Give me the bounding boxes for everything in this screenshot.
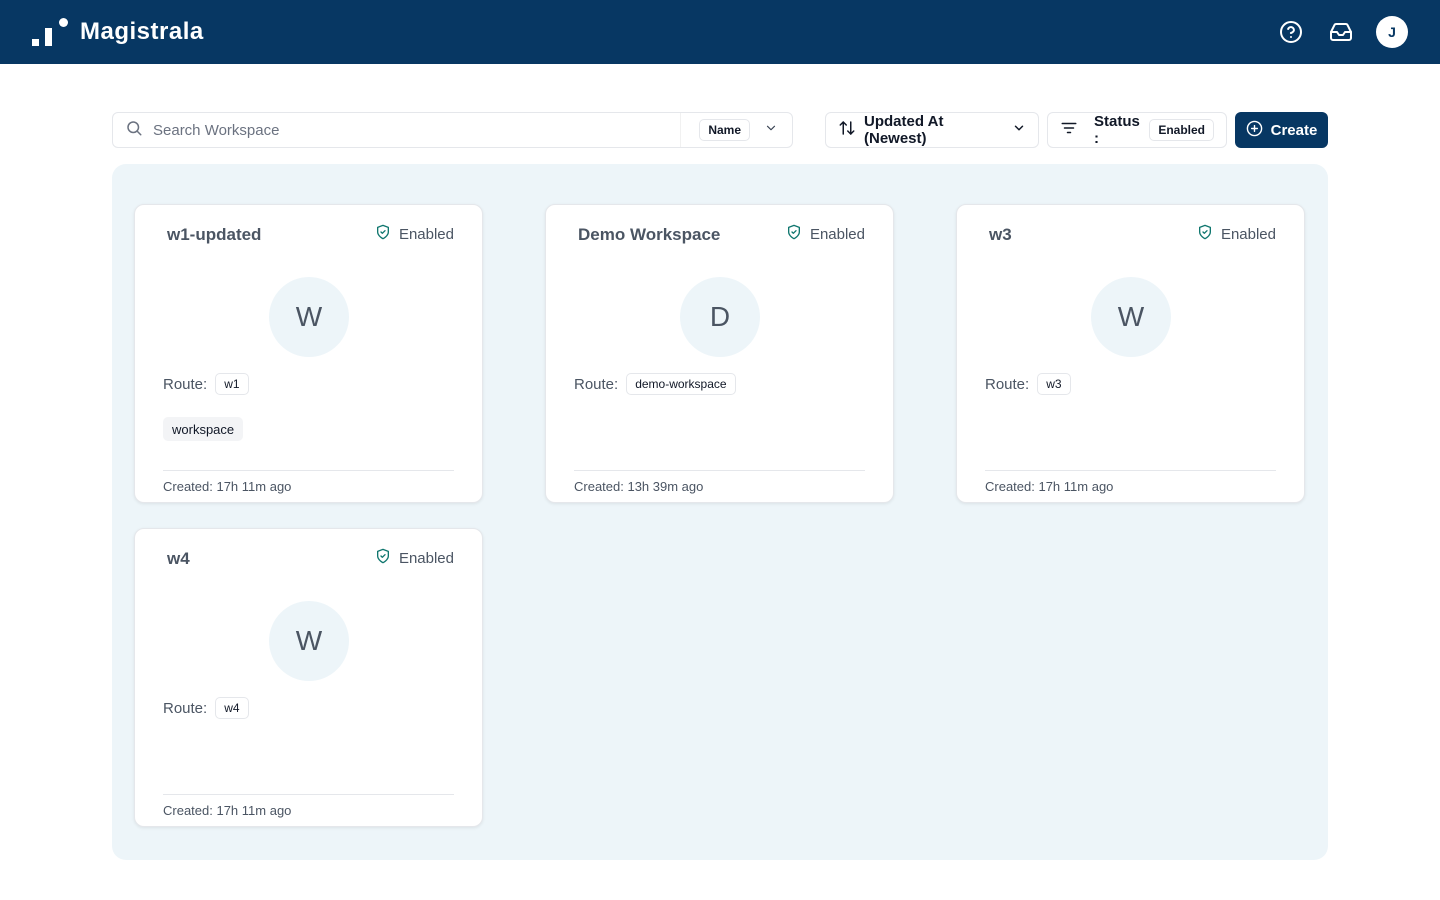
search-field-select[interactable]: Name bbox=[680, 113, 792, 147]
status-text: Enabled bbox=[809, 225, 865, 243]
status-text: Enabled bbox=[398, 225, 454, 243]
workspace-avatar: W bbox=[1091, 277, 1171, 357]
route-label: Route: bbox=[574, 375, 619, 393]
status-badge: Enabled bbox=[375, 224, 454, 244]
route-row: Route: w3 bbox=[985, 373, 1071, 395]
inbox-icon[interactable] bbox=[1326, 17, 1356, 47]
status-filter-button[interactable]: Status : Enabled bbox=[1047, 112, 1227, 148]
shield-check-icon bbox=[375, 548, 391, 568]
status-text: Enabled bbox=[398, 549, 454, 567]
route-label: Route: bbox=[985, 375, 1030, 393]
status-text: Enabled bbox=[1220, 225, 1276, 243]
help-icon[interactable] bbox=[1276, 17, 1306, 47]
brand-name: Magistrala bbox=[80, 18, 204, 45]
workspace-card[interactable]: w1-updated Enabled W Route: w1 workspace… bbox=[134, 204, 483, 503]
chevron-down-icon bbox=[764, 121, 778, 140]
route-label: Route: bbox=[163, 699, 208, 717]
divider bbox=[163, 470, 454, 471]
search-icon bbox=[125, 119, 143, 142]
workspace-toolbar: Name Updated At (Newest) Status : Enable… bbox=[112, 112, 1328, 148]
sort-dropdown[interactable]: Updated At (Newest) bbox=[825, 112, 1039, 148]
workspace-title: Demo Workspace bbox=[578, 225, 721, 244]
divider bbox=[574, 470, 865, 471]
route-value: w3 bbox=[1037, 373, 1071, 395]
created-time: Created: 17h 11m ago bbox=[985, 479, 1114, 494]
workspace-title: w1-updated bbox=[167, 225, 262, 244]
route-value: w1 bbox=[215, 373, 249, 395]
workspace-card[interactable]: w4 Enabled W Route: w4 Created: 17h 11m … bbox=[134, 528, 483, 827]
route-row: Route: w1 bbox=[163, 373, 249, 395]
search-input[interactable] bbox=[153, 121, 681, 139]
divider bbox=[163, 794, 454, 795]
route-value: demo-workspace bbox=[626, 373, 736, 395]
workspace-avatar: W bbox=[269, 601, 349, 681]
filter-value-badge: Enabled bbox=[1149, 119, 1214, 141]
sort-label: Updated At (Newest) bbox=[864, 113, 944, 147]
workspace-avatar: W bbox=[269, 277, 349, 357]
created-time: Created: 13h 39m ago bbox=[574, 479, 704, 494]
sort-arrows-icon bbox=[838, 119, 856, 141]
workspace-title: w3 bbox=[989, 225, 1012, 244]
status-badge: Enabled bbox=[786, 224, 865, 244]
workspace-card[interactable]: w3 Enabled W Route: w3 Created: 17h 11m … bbox=[956, 204, 1305, 503]
workspace-grid: w1-updated Enabled W Route: w1 workspace… bbox=[112, 164, 1328, 860]
search-field-value: Name bbox=[699, 119, 750, 141]
created-time: Created: 17h 11m ago bbox=[163, 803, 292, 818]
status-badge: Enabled bbox=[1197, 224, 1276, 244]
search-box: Name bbox=[112, 112, 793, 148]
chevron-down-icon bbox=[1012, 121, 1026, 139]
workspace-tag: workspace bbox=[163, 417, 244, 441]
route-label: Route: bbox=[163, 375, 208, 393]
magistrala-logo-icon bbox=[32, 18, 68, 46]
brand[interactable]: Magistrala bbox=[32, 18, 204, 46]
route-row: Route: w4 bbox=[163, 697, 249, 719]
status-badge: Enabled bbox=[375, 548, 454, 568]
shield-check-icon bbox=[786, 224, 802, 244]
filter-icon bbox=[1060, 119, 1078, 141]
workspace-card[interactable]: Demo Workspace Enabled D Route: demo-wor… bbox=[545, 204, 894, 503]
create-label: Create bbox=[1270, 121, 1318, 139]
plus-circle-icon bbox=[1246, 120, 1263, 141]
filter-label: Status : bbox=[1094, 113, 1140, 147]
workspace-title: w4 bbox=[167, 549, 190, 568]
route-row: Route: demo-workspace bbox=[574, 373, 736, 395]
workspace-avatar: D bbox=[680, 277, 760, 357]
shield-check-icon bbox=[375, 224, 391, 244]
user-avatar[interactable]: J bbox=[1376, 16, 1408, 48]
top-navbar: Magistrala J bbox=[0, 0, 1440, 64]
shield-check-icon bbox=[1197, 224, 1213, 244]
divider bbox=[985, 470, 1276, 471]
create-button[interactable]: Create bbox=[1235, 112, 1328, 148]
created-time: Created: 17h 11m ago bbox=[163, 479, 292, 494]
route-value: w4 bbox=[215, 697, 249, 719]
